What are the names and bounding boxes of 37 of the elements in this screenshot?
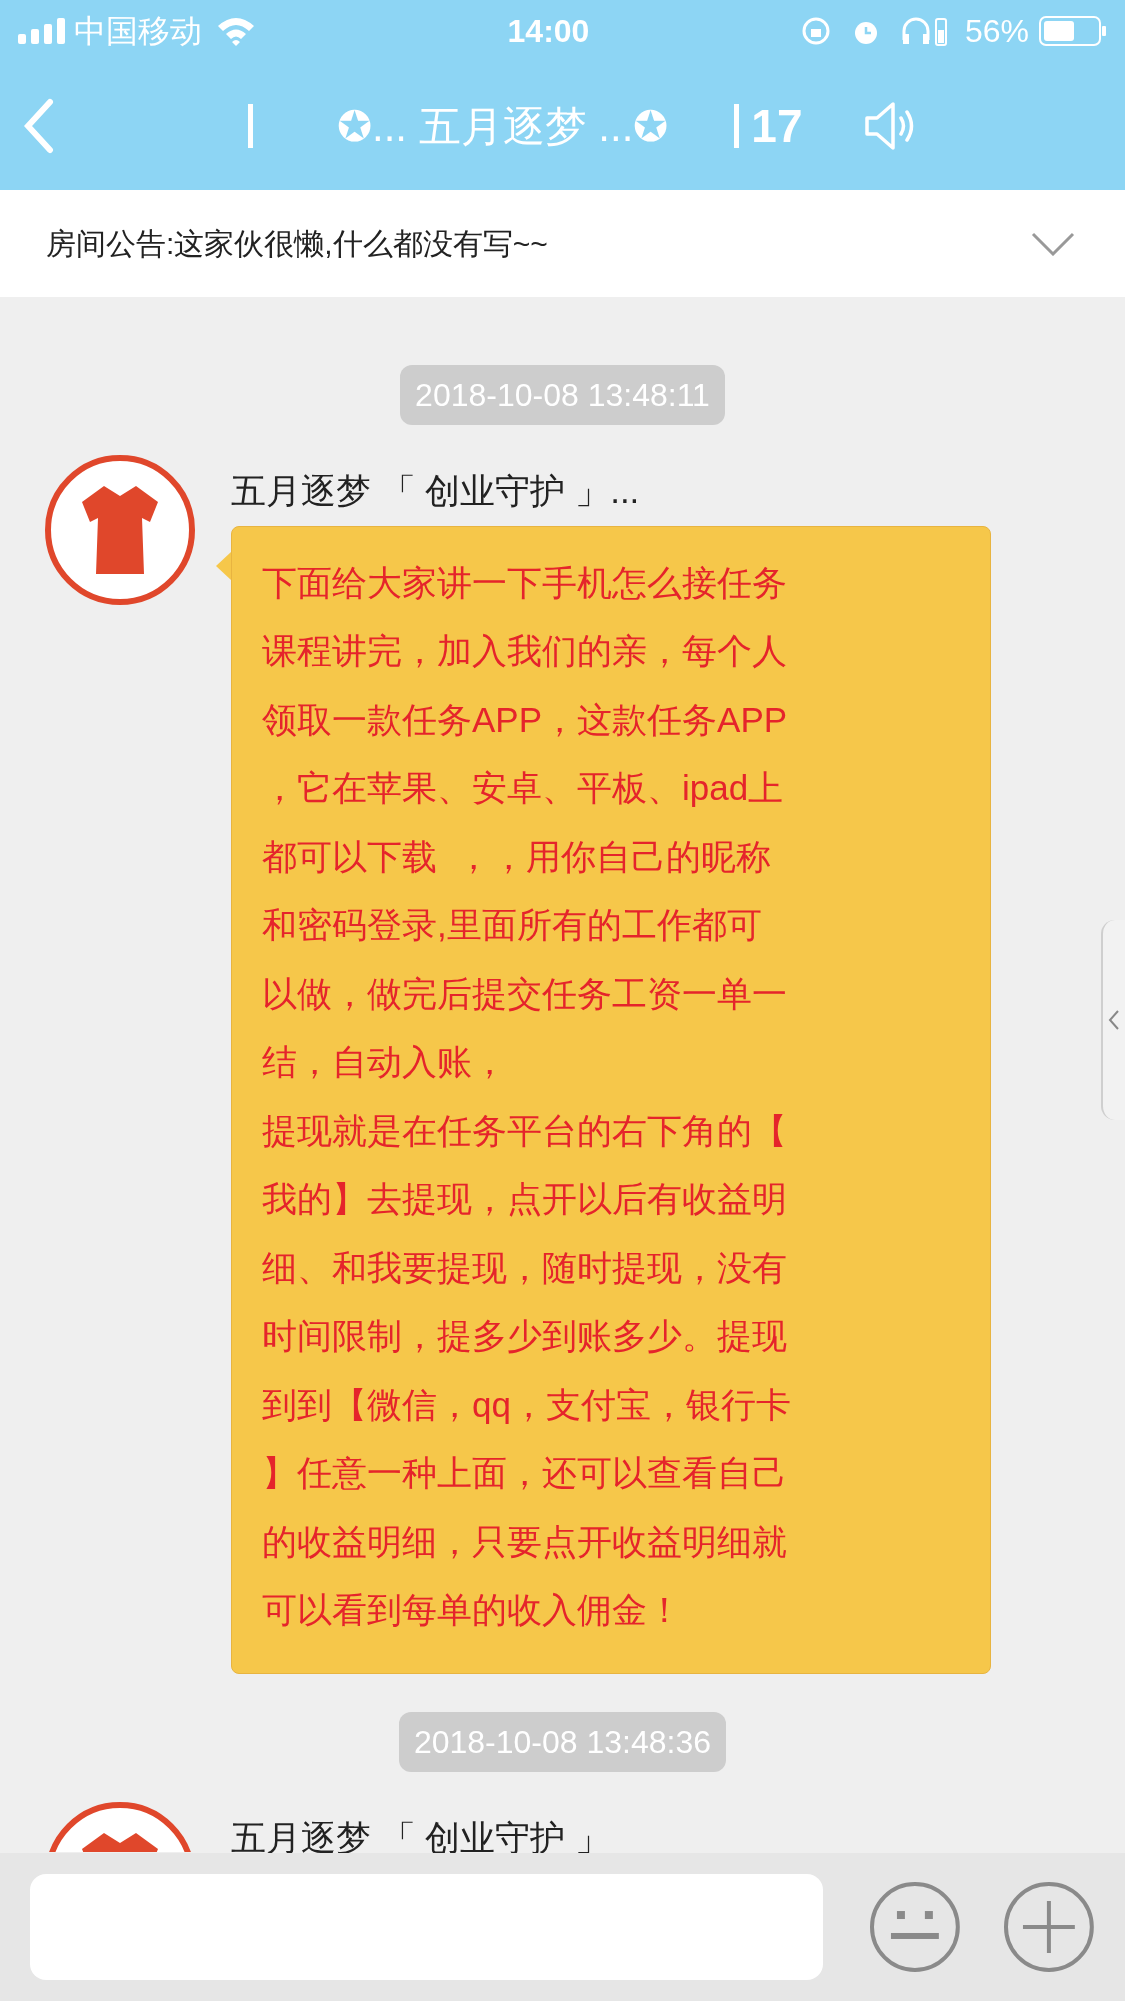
message-text-line: 时间限制，提多少到账多少。提现 xyxy=(262,1315,788,1357)
carrier-name: 中国移动 xyxy=(74,12,202,51)
battery-small-icon xyxy=(934,16,947,46)
rotation-lock-icon xyxy=(800,16,831,46)
message-text-line: 】任意一种上面，还可以查看自己 xyxy=(262,1452,788,1494)
clock-time: 14:00 xyxy=(506,12,591,51)
message-text-line: 到到【微信，qq，支付宝，银行卡 xyxy=(262,1383,792,1426)
avatar[interactable] xyxy=(45,455,195,605)
message-text-line: 结，自动入账， xyxy=(262,1041,508,1083)
message-text-line: 的收益明细，只要点开收益明细就 xyxy=(262,1520,788,1563)
message-text-line: 都可以下载 ，，用你自己的昵称 xyxy=(262,835,773,878)
message-input[interactable] xyxy=(30,1874,824,1980)
message-text-line: 和密码登录,里面所有的工作都可 xyxy=(262,904,763,946)
message-text-line: 我的】去提现，点开以后有收益明 xyxy=(262,1178,788,1220)
message-text-line: 以做，做完后提交任务工资一单一 xyxy=(262,972,788,1015)
wifi-icon xyxy=(216,16,256,46)
message-text-line: 可以看到每单的收入佣金！ xyxy=(262,1589,683,1631)
headphones-icon xyxy=(900,16,931,46)
battery-percent: 56% xyxy=(964,12,1029,51)
chevron-down-icon[interactable] xyxy=(1031,231,1075,256)
message-text-line: 提现就是在任务平台的右下角的【 xyxy=(262,1109,788,1152)
emoji-icon[interactable] xyxy=(869,1881,962,1973)
message-text-line: ，它在苹果、安卓、平板、ipad上 xyxy=(262,767,785,809)
chevron-left-icon xyxy=(1108,1009,1120,1031)
announcement-text: 房间公告:这家伙很懒,什么都没有写~~ xyxy=(46,226,549,262)
message-text-line: 细、和我要提现，随时提现，没有 xyxy=(262,1246,788,1289)
sender-name: 五月逐梦 「 创业守护 」 xyxy=(231,1816,611,1859)
group-title: ✪... 五月逐梦 ...✪ xyxy=(337,101,669,152)
plus-icon[interactable] xyxy=(1003,1881,1095,1973)
message-text-line: 领取一款任务APP，这款任务APP xyxy=(262,698,789,741)
sender-name: 五月逐梦 「 创业守护 」... xyxy=(231,470,641,512)
battery-icon xyxy=(1039,16,1107,46)
signal-icon xyxy=(18,18,68,44)
message-text-line: 下面给大家讲一下手机怎么接任务 xyxy=(262,561,788,604)
back-icon xyxy=(24,98,54,154)
message-text-line: 课程讲完，加入我们的亲，每个人 xyxy=(262,630,788,672)
announcement-bar[interactable]: 房间公告:这家伙很懒,什么都没有写~~ xyxy=(0,190,1125,297)
